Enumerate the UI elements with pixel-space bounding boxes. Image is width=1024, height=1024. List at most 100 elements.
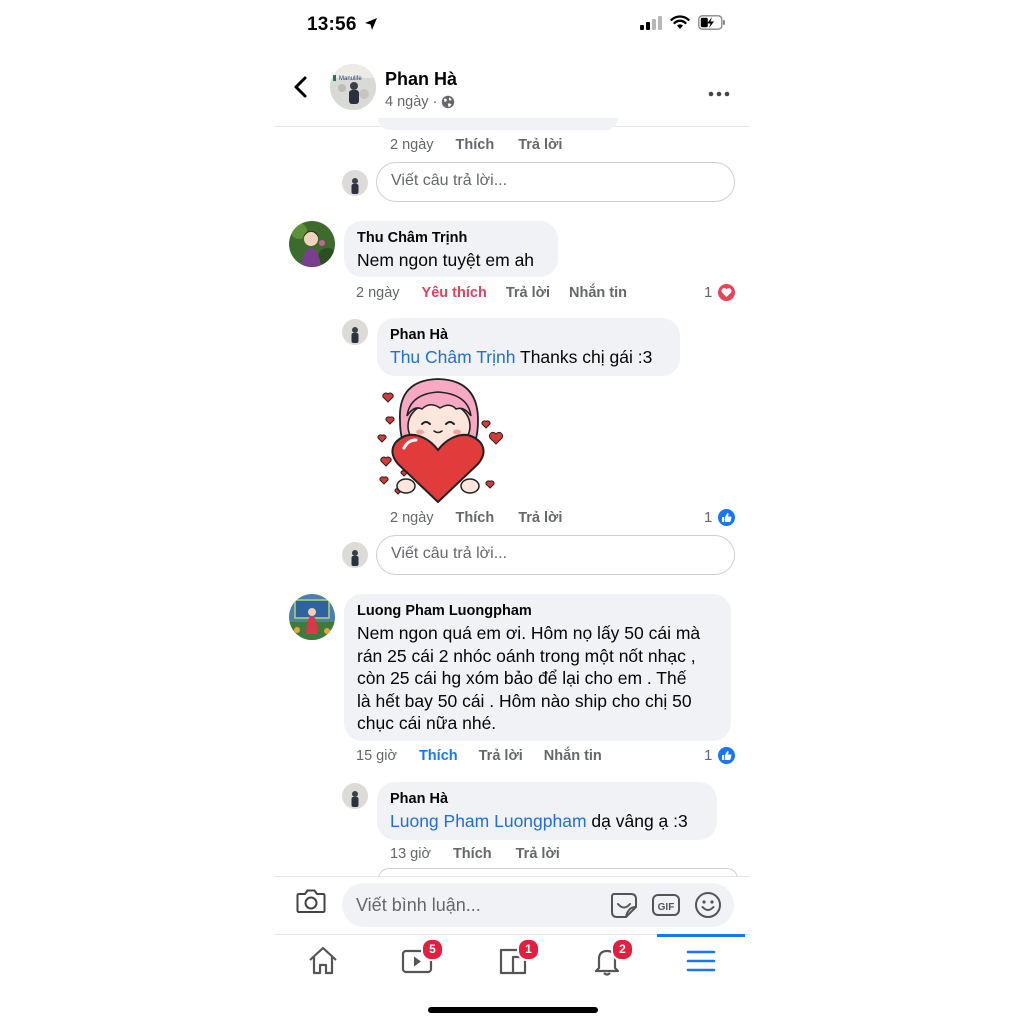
signal-icon bbox=[640, 15, 662, 30]
reply-button[interactable]: Trả lời bbox=[506, 285, 550, 301]
reply-input[interactable]: Viết câu trả lời... bbox=[376, 162, 735, 202]
mention-link[interactable]: Thu Châm Trịnh bbox=[390, 347, 515, 367]
comment-composer[interactable]: Viết bình luận... GIF bbox=[342, 883, 734, 927]
previous-reply-actions: 2 ngày Thích Trả lời bbox=[390, 137, 562, 153]
reply-bubble: Phan Hà Luong Pham Luongpham dạ vâng ạ :… bbox=[377, 782, 717, 840]
like-reaction-icon bbox=[717, 508, 737, 527]
globe-icon bbox=[442, 95, 455, 109]
comment-author[interactable]: Luong Pham Luongpham bbox=[357, 602, 719, 620]
reaction-summary[interactable]: 1 bbox=[704, 746, 737, 765]
reply-author[interactable]: Phan Hà bbox=[390, 326, 668, 344]
like-button[interactable]: Thích bbox=[419, 748, 458, 764]
wifi-icon bbox=[670, 15, 690, 29]
chevron-left-icon bbox=[294, 76, 307, 98]
comment-line: là hết bay 50 cái . Hôm nào ship cho chị… bbox=[357, 690, 692, 711]
post-time: 4 ngày · bbox=[385, 94, 438, 110]
reply-text: Luong Pham Luongpham dạ vâng ạ :3 bbox=[390, 810, 705, 833]
like-reaction-icon bbox=[717, 746, 737, 765]
reaction-count: 1 bbox=[704, 747, 713, 764]
nav-home[interactable] bbox=[306, 944, 340, 978]
gif-icon: GIF bbox=[652, 894, 680, 916]
like-button[interactable]: Thích bbox=[456, 510, 495, 526]
nav-watch[interactable]: 5 bbox=[400, 938, 444, 978]
more-options-button[interactable] bbox=[708, 84, 730, 102]
commenter-avatar[interactable] bbox=[289, 594, 335, 640]
reply-time: 13 giờ bbox=[390, 846, 431, 862]
reply-input-placeholder: Viết câu trả lời... bbox=[391, 172, 508, 189]
reply-button[interactable]: Trả lời bbox=[518, 510, 562, 526]
avatar-logo-text: Manulife bbox=[339, 76, 362, 82]
my-avatar bbox=[342, 170, 368, 196]
nav-menu[interactable] bbox=[684, 944, 718, 978]
nav-notifications[interactable]: 2 bbox=[590, 938, 634, 978]
hamburger-menu-icon bbox=[686, 950, 716, 972]
emoji-icon bbox=[695, 892, 721, 918]
sticker-icon bbox=[611, 893, 637, 918]
pages-badge: 1 bbox=[517, 938, 540, 961]
reply-button[interactable]: Trả lời bbox=[479, 748, 523, 764]
message-button[interactable]: Nhắn tin bbox=[569, 285, 627, 301]
reaction-count: 1 bbox=[704, 509, 713, 526]
post-author-name[interactable]: Phan Hà bbox=[385, 69, 457, 90]
comment-time: 2 ngày bbox=[356, 285, 400, 301]
camera-icon bbox=[296, 889, 326, 913]
comment-bubble: Luong Pham Luongpham Nem ngon quá em ơi.… bbox=[344, 594, 731, 741]
reply-button[interactable]: Trả lời bbox=[518, 137, 562, 153]
nav-pages[interactable]: 1 bbox=[496, 938, 540, 978]
watch-badge: 5 bbox=[421, 938, 444, 961]
back-button[interactable] bbox=[288, 70, 314, 102]
reply-input[interactable]: Viết câu trả lời... bbox=[376, 535, 735, 575]
like-button[interactable]: Thích bbox=[456, 137, 495, 153]
comment-line: chục cái nữa nhé. bbox=[357, 713, 497, 733]
love-reaction-icon bbox=[717, 283, 737, 302]
comment-actions: 2 ngày Yêu thích Trả lời Nhắn tin bbox=[356, 285, 627, 301]
comment-line: rán 25 cái 2 nhóc oánh trong một nốt nhạ… bbox=[357, 645, 696, 666]
reaction-summary[interactable]: 1 bbox=[704, 283, 737, 302]
comment-line: Nem ngon quá em ơi. Hôm nọ lấy 50 cái mà bbox=[357, 623, 701, 643]
nav-active-indicator bbox=[657, 934, 745, 937]
sticker-button[interactable] bbox=[609, 890, 639, 925]
status-time-text: 13:56 bbox=[307, 14, 357, 35]
home-indicator bbox=[428, 1007, 598, 1013]
reply-author[interactable]: Phan Hà bbox=[390, 790, 705, 808]
location-arrow-icon bbox=[365, 18, 378, 30]
reaction-summary[interactable]: 1 bbox=[704, 508, 737, 527]
reply-bubble: Phan Hà Thu Châm Trịnh Thanks chị gái :3 bbox=[377, 318, 680, 376]
reply-message: dạ vâng ạ :3 bbox=[586, 811, 688, 831]
composer-placeholder: Viết bình luận... bbox=[356, 895, 481, 915]
reply-author-avatar[interactable] bbox=[342, 783, 368, 809]
more-dots-icon bbox=[708, 91, 730, 97]
comment-line: còn 25 cái hg xóm bảo để lại cho em . Th… bbox=[357, 668, 687, 688]
reply-button[interactable]: Trả lời bbox=[516, 846, 560, 862]
commenter-avatar[interactable] bbox=[289, 221, 335, 267]
gif-button[interactable]: GIF bbox=[651, 890, 681, 925]
post-author-avatar[interactable]: Manulife bbox=[330, 64, 376, 110]
home-icon bbox=[309, 946, 337, 975]
comment-author[interactable]: Thu Châm Trịnh bbox=[357, 229, 546, 247]
like-button[interactable]: Thích bbox=[453, 846, 492, 862]
post-meta: 4 ngày · bbox=[385, 94, 455, 110]
comment-time: 15 giờ bbox=[356, 748, 397, 764]
my-avatar bbox=[342, 542, 368, 568]
comment-actions: 15 giờ Thích Trả lời Nhắn tin bbox=[356, 748, 602, 764]
reply-text: Thu Châm Trịnh Thanks chị gái :3 bbox=[390, 346, 668, 369]
reply-actions: 13 giờ Thích Trả lời bbox=[390, 846, 560, 862]
comment-bubble: Thu Châm Trịnh Nem ngon tuyệt em ah bbox=[344, 221, 558, 277]
heart-girl-sticker[interactable] bbox=[374, 376, 504, 506]
mention-link[interactable]: Luong Pham Luongpham bbox=[390, 811, 587, 831]
reply-time: 2 ngày bbox=[390, 137, 434, 153]
previous-reply-bubble bbox=[378, 118, 618, 130]
love-reaction-button[interactable]: Yêu thích bbox=[422, 285, 487, 301]
status-time: 13:56 bbox=[307, 14, 378, 36]
notifications-badge: 2 bbox=[611, 938, 634, 961]
reply-time: 2 ngày bbox=[390, 510, 434, 526]
svg-text:GIF: GIF bbox=[658, 902, 675, 913]
camera-button[interactable] bbox=[296, 888, 326, 919]
avatar-image: Manulife bbox=[330, 64, 376, 110]
reply-message: Thanks chị gái :3 bbox=[515, 347, 653, 367]
reply-input-placeholder: Viết câu trả lời... bbox=[391, 545, 508, 562]
message-button[interactable]: Nhắn tin bbox=[544, 748, 602, 764]
status-icons bbox=[640, 15, 726, 30]
emoji-button[interactable] bbox=[693, 890, 723, 925]
reply-author-avatar[interactable] bbox=[342, 319, 368, 345]
